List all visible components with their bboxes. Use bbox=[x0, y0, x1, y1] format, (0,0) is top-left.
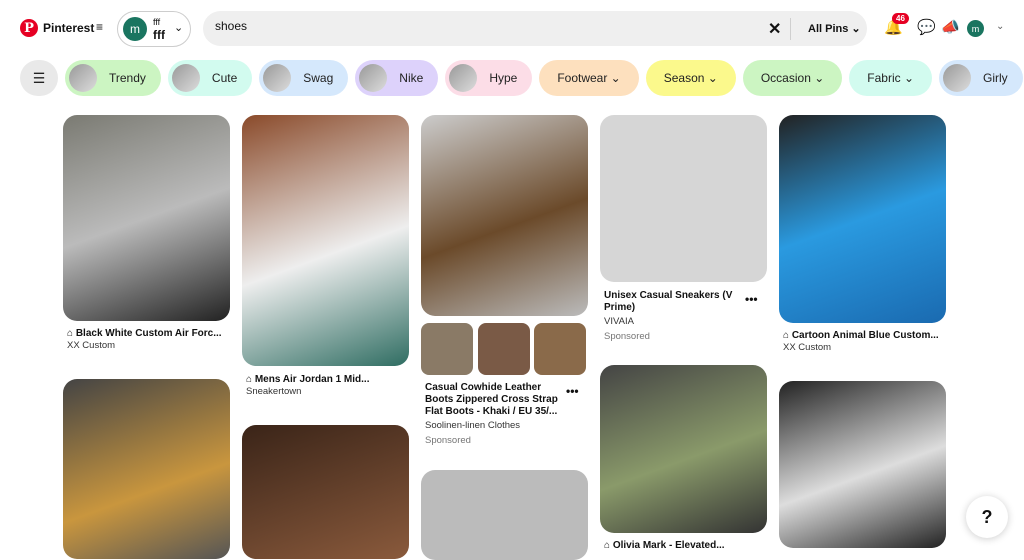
chip-label: Swag bbox=[303, 71, 334, 85]
pin-source[interactable]: VIVAIA bbox=[604, 316, 634, 327]
pin-title[interactable]: ⌂ Mens Air Jordan 1 Mid... bbox=[246, 374, 426, 386]
chip-label: Footwear ⌄ bbox=[557, 71, 621, 85]
account-line1: fff bbox=[153, 17, 161, 27]
help-button[interactable]: ? bbox=[966, 496, 1008, 538]
brand-name[interactable]: Pinterest bbox=[43, 21, 94, 35]
pin-image[interactable] bbox=[600, 115, 767, 282]
more-options-icon[interactable]: ••• bbox=[566, 384, 579, 398]
pin-title[interactable]: ⌂ Olivia Mark - Elevated... bbox=[604, 540, 784, 552]
pin-title[interactable]: ⌂ Cartoon Animal Blue Custom... bbox=[783, 330, 963, 342]
filter-chips: ☰ Trendy Cute Swag Nike Hype Footwear ⌄ Season… bbox=[20, 60, 1024, 96]
chip-label: Hype bbox=[489, 71, 518, 85]
sliders-icon: ☰ bbox=[32, 69, 46, 86]
filter-chip[interactable]: Footwear ⌄ bbox=[539, 60, 639, 96]
pin-source[interactable]: Sneakertown bbox=[246, 386, 301, 397]
megaphone-icon[interactable]: 📣 bbox=[941, 18, 960, 36]
search-input[interactable] bbox=[215, 19, 755, 33]
pin-source[interactable]: XX Custom bbox=[67, 340, 115, 351]
messages-icon[interactable]: 💬 bbox=[917, 18, 936, 36]
more-options-icon[interactable]: ••• bbox=[745, 292, 758, 306]
chevron-down-icon: ⌄ bbox=[174, 22, 184, 34]
chip-label: Cute bbox=[211, 71, 238, 85]
filter-chip[interactable]: Hype bbox=[445, 60, 533, 96]
top-nav: P Pinterest ≡ m fff fff ⌄ ✕ All Pins ⌄ 🔔… bbox=[0, 0, 1024, 56]
chevron-down-icon[interactable]: ⌄ bbox=[996, 21, 1004, 32]
chip-thumbnail bbox=[449, 64, 478, 92]
pin-image[interactable] bbox=[421, 115, 588, 316]
pin-source[interactable]: XX Custom bbox=[783, 342, 831, 353]
filter-chip[interactable]: Fabric ⌄ bbox=[849, 60, 932, 96]
divider bbox=[790, 18, 791, 40]
filter-chip[interactable]: Swag bbox=[259, 60, 349, 96]
account-line2: fff bbox=[153, 28, 165, 42]
chip-label: Nike bbox=[399, 71, 424, 85]
pin-title[interactable]: Casual Cowhide Leather Boots Zippered Cr… bbox=[425, 382, 565, 418]
pin-title[interactable]: ⌂ Black White Custom Air Forc... bbox=[67, 328, 247, 340]
chip-label: Girly bbox=[983, 71, 1008, 85]
pin-thumbnail[interactable] bbox=[534, 323, 586, 375]
search-bar: ✕ All Pins ⌄ bbox=[203, 11, 867, 46]
account-switcher[interactable]: m fff fff ⌄ bbox=[117, 11, 191, 47]
pin-image[interactable] bbox=[242, 115, 409, 366]
menu-icon[interactable]: ≡ bbox=[96, 20, 103, 34]
filter-chip[interactable]: Nike bbox=[355, 60, 439, 96]
pin-image[interactable] bbox=[63, 115, 230, 321]
filter-chip[interactable]: Season ⌄ bbox=[645, 60, 736, 96]
avatar: m bbox=[123, 17, 147, 41]
pin-image[interactable] bbox=[242, 425, 409, 559]
sponsored-label: Sponsored bbox=[604, 331, 650, 342]
chip-thumbnail bbox=[263, 64, 292, 92]
pin-title[interactable]: Unisex Casual Sneakers (V Prime) bbox=[604, 290, 739, 314]
chip-thumbnail bbox=[171, 64, 200, 92]
filter-settings-button[interactable]: ☰ bbox=[20, 60, 58, 96]
pin-image[interactable] bbox=[63, 379, 230, 559]
chip-label: Occasion ⌄ bbox=[760, 71, 825, 85]
pin-type-dropdown[interactable]: All Pins ⌄ bbox=[808, 22, 861, 35]
pin-image[interactable] bbox=[779, 381, 946, 548]
pin-thumbnail[interactable] bbox=[421, 323, 473, 375]
sponsored-label: Sponsored bbox=[425, 435, 471, 446]
pin-image[interactable] bbox=[779, 115, 946, 323]
chip-label: Fabric ⌄ bbox=[867, 71, 914, 85]
filter-chip[interactable]: Trendy bbox=[65, 60, 161, 96]
pin-image[interactable] bbox=[600, 365, 767, 533]
pinterest-logo-icon[interactable]: P bbox=[20, 19, 38, 37]
filter-chip[interactable]: Cute bbox=[167, 60, 253, 96]
chip-thumbnail bbox=[69, 64, 97, 92]
clear-search-icon[interactable]: ✕ bbox=[768, 19, 781, 39]
notification-badge: 46 bbox=[892, 13, 909, 24]
chip-thumbnail bbox=[359, 64, 388, 92]
pin-source[interactable]: Soolinen-linen Clothes bbox=[425, 420, 520, 431]
profile-avatar[interactable]: m bbox=[967, 20, 984, 37]
chip-thumbnail bbox=[943, 64, 971, 92]
filter-chip[interactable]: Girly bbox=[939, 60, 1023, 96]
chip-label: Season ⌄ bbox=[663, 71, 718, 85]
chip-label: Trendy bbox=[109, 71, 146, 85]
pin-image[interactable] bbox=[421, 470, 588, 560]
pin-thumbnail[interactable] bbox=[478, 323, 530, 375]
filter-chip[interactable]: Occasion ⌄ bbox=[742, 60, 843, 96]
